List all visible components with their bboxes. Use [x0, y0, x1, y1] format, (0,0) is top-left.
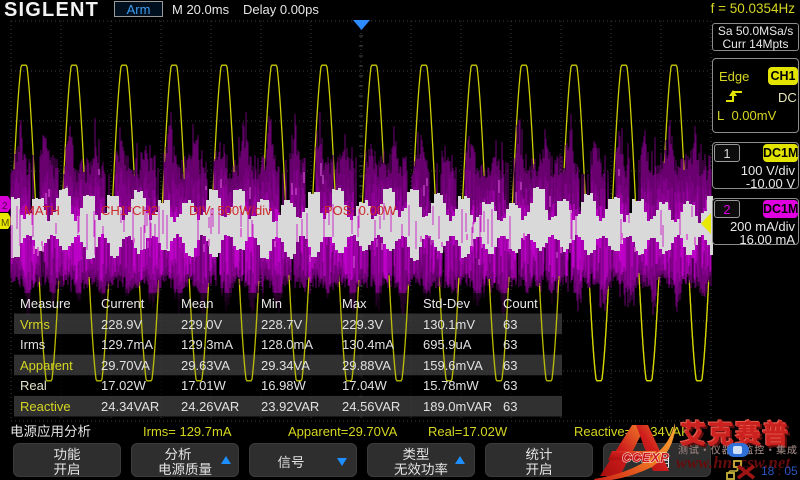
- svg-text:CCEXP: CCEXP: [622, 450, 669, 465]
